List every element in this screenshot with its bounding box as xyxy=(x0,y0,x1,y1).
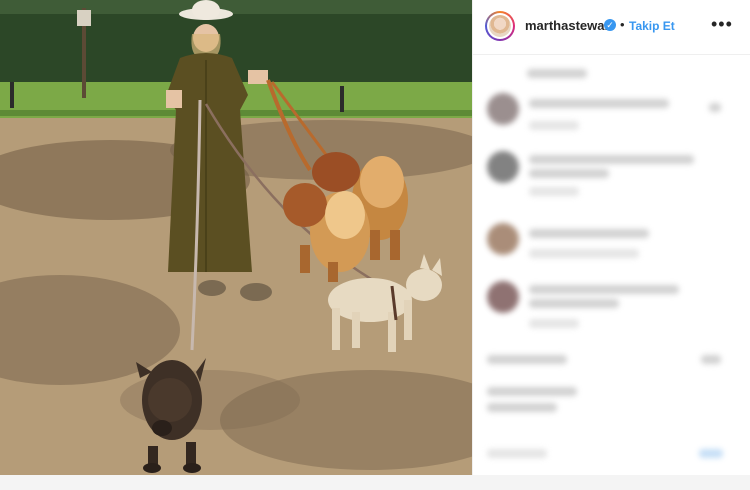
more-options-icon[interactable]: ••• xyxy=(711,14,733,35)
blurred-text xyxy=(529,229,649,238)
blurred-text xyxy=(529,285,679,294)
blurred-text xyxy=(527,69,587,78)
profile-avatar[interactable] xyxy=(485,11,515,41)
blurred-text xyxy=(529,299,619,308)
comment-avatar xyxy=(487,93,519,125)
blurred-likes-text xyxy=(487,403,557,412)
username-link[interactable]: marthastewart xyxy=(525,18,614,33)
blurred-text xyxy=(529,99,669,108)
separator-dot: • xyxy=(620,17,625,32)
blurred-comment-input xyxy=(487,449,547,458)
avatar-image xyxy=(489,15,511,37)
blurred-save-icon xyxy=(701,355,721,364)
blurred-text xyxy=(529,249,639,258)
comment-row xyxy=(487,281,737,328)
comment-row xyxy=(487,151,737,197)
blurred-text xyxy=(529,121,579,130)
blurred-text xyxy=(529,169,609,178)
follow-button[interactable]: Takip Et xyxy=(629,19,675,33)
verified-badge-icon: ✓ xyxy=(604,19,616,31)
comment-avatar xyxy=(487,151,519,183)
comment-avatar xyxy=(487,223,519,255)
page-bottom-strip xyxy=(0,475,750,490)
photo-illustration xyxy=(0,0,472,475)
comment-row xyxy=(487,223,737,269)
comment-avatar xyxy=(487,281,519,313)
blurred-comments-area xyxy=(473,55,750,475)
comment-row xyxy=(487,93,737,139)
instagram-post: marthastewart ✓ • Takip Et ••• xyxy=(0,0,750,475)
blurred-text xyxy=(529,155,694,164)
avatar-ring-inner xyxy=(487,13,513,39)
post-header: marthastewart ✓ • Takip Et ••• xyxy=(473,0,750,55)
post-photo[interactable] xyxy=(0,0,472,475)
blurred-post-button xyxy=(699,449,723,458)
blurred-like-icon xyxy=(709,103,721,112)
blurred-action-icons xyxy=(487,355,567,364)
blurred-text xyxy=(529,319,579,328)
blurred-text xyxy=(529,187,579,196)
post-side-panel: marthastewart ✓ • Takip Et ••• xyxy=(472,0,750,475)
blurred-likes-text xyxy=(487,387,577,396)
